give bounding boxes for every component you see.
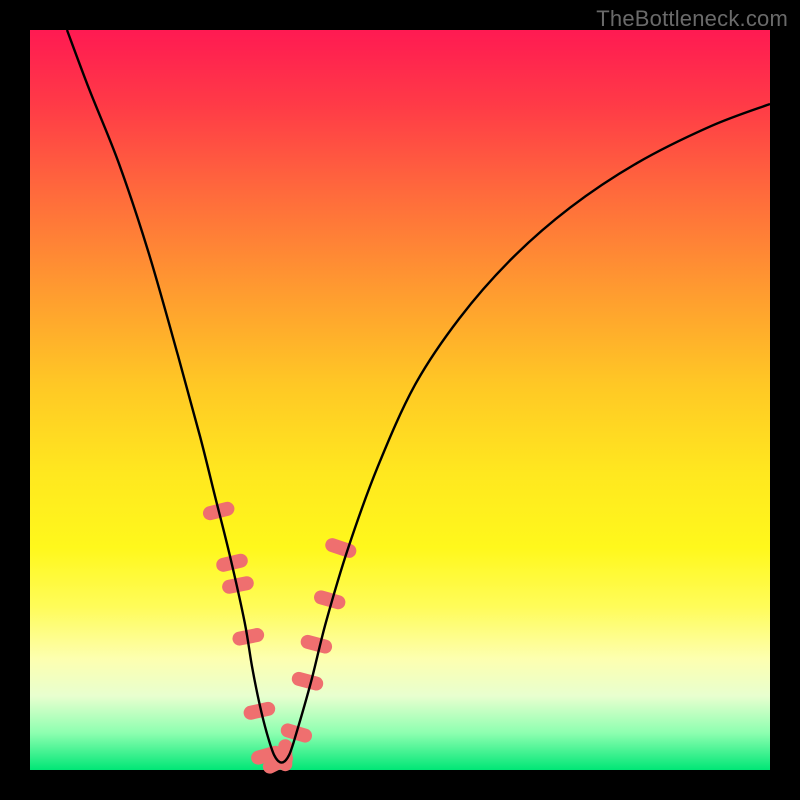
curve-svg xyxy=(30,30,770,770)
watermark-text: TheBottleneck.com xyxy=(596,6,788,32)
marker-bead xyxy=(290,670,325,692)
plot-area xyxy=(30,30,770,770)
marker-bead xyxy=(323,536,358,559)
marker-group xyxy=(201,500,358,776)
bottleneck-curve-path xyxy=(67,30,770,763)
chart-container: TheBottleneck.com xyxy=(0,0,800,800)
marker-bead xyxy=(299,633,334,655)
